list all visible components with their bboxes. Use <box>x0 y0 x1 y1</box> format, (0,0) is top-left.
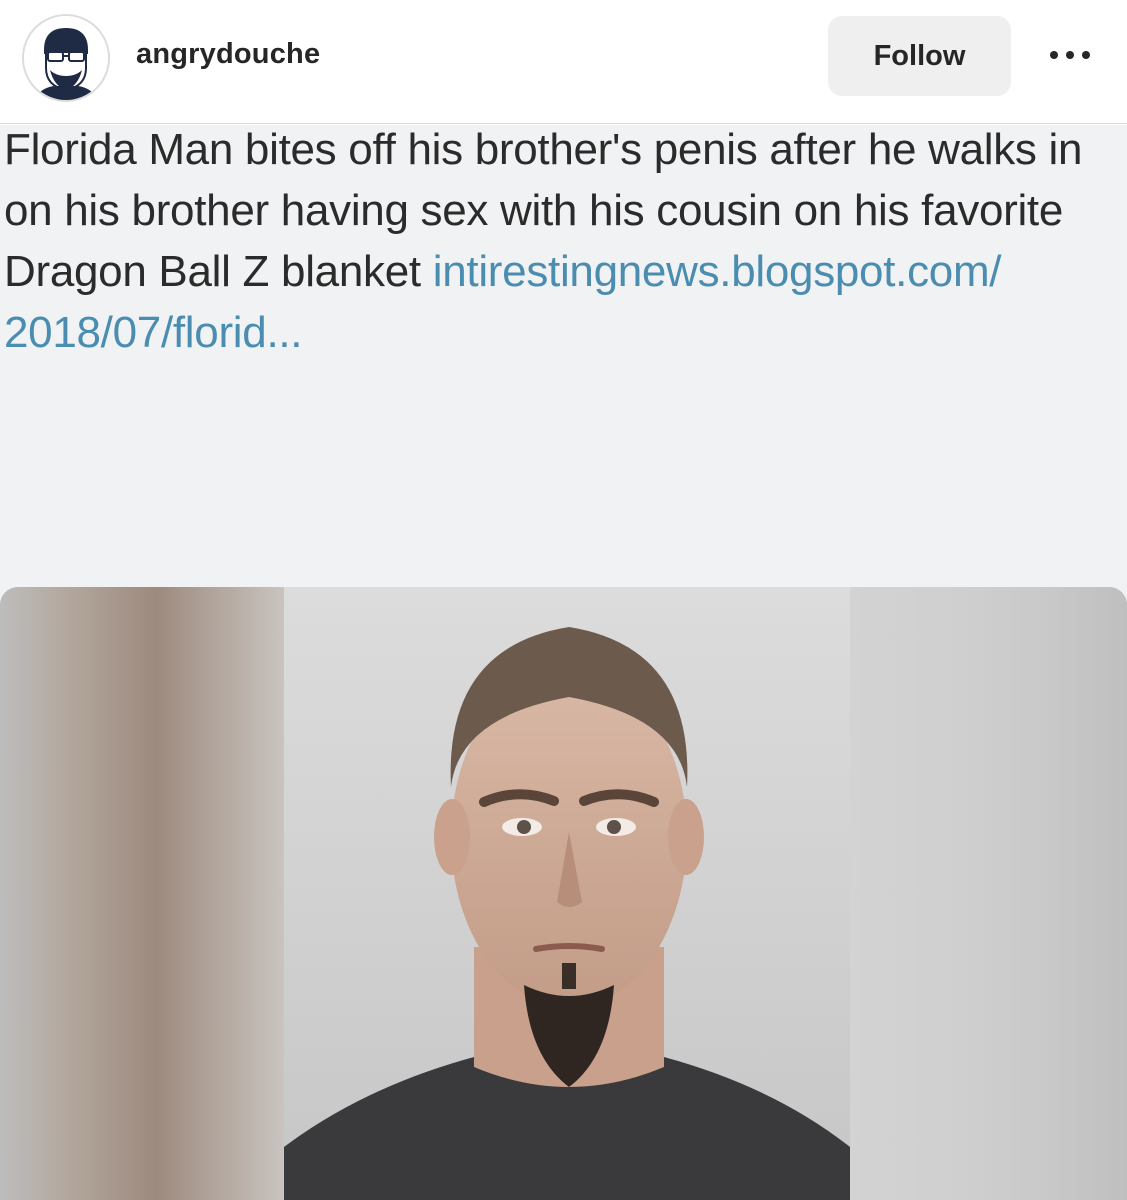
bearded-man-avatar-icon <box>24 16 108 100</box>
tweet-link-continued: 2018/07/florid... <box>4 308 303 357</box>
mugshot-photo <box>0 587 1127 1200</box>
instagram-post: angrydouche Follow Florida Man bites off… <box>0 0 1127 1200</box>
blurred-side-right <box>850 587 1127 1200</box>
username[interactable]: angrydouche <box>136 38 320 71</box>
more-dot <box>1066 51 1074 59</box>
avatar[interactable] <box>22 14 110 102</box>
more-options-icon[interactable] <box>1040 40 1100 70</box>
more-dot <box>1050 51 1058 59</box>
more-dot <box>1082 51 1090 59</box>
tweet-link: intirestingnews.blogspot.com/ <box>432 247 1002 296</box>
blurred-side-left <box>0 587 284 1200</box>
mugshot-center <box>284 587 850 1200</box>
post-image[interactable]: Florida Man bites off his brother's peni… <box>0 125 1127 1200</box>
follow-button[interactable]: Follow <box>828 16 1011 96</box>
tweet-text-block: Florida Man bites off his brother's peni… <box>4 125 1124 363</box>
post-header: angrydouche Follow <box>0 0 1127 124</box>
mugshot-figure-icon <box>284 627 850 1200</box>
